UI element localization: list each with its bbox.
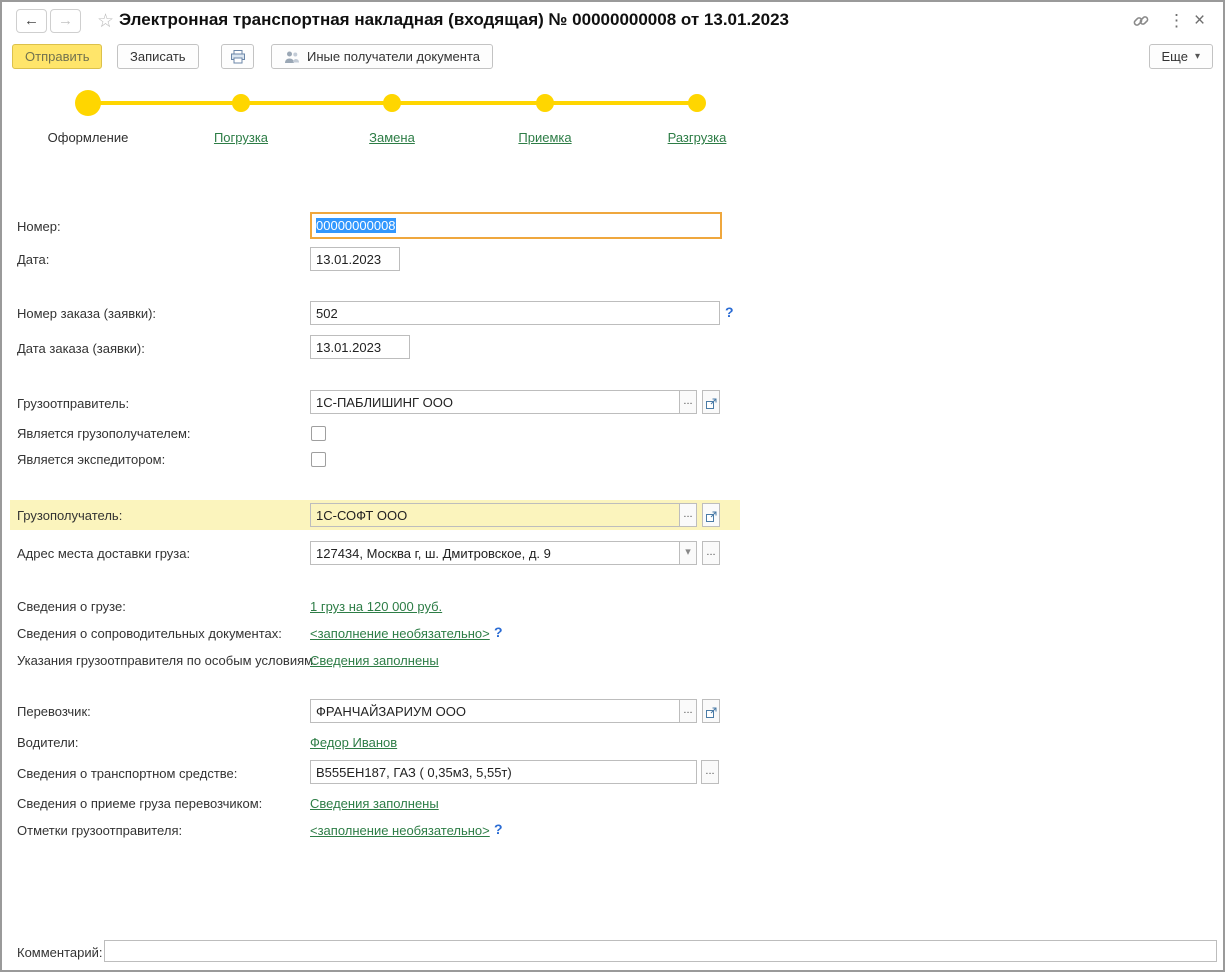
stage-link-unloading[interactable]: Разгрузка [668, 130, 727, 145]
vehicle-choose-button[interactable]: ... [701, 760, 719, 784]
cargo-acceptance-label: Сведения о приеме груза перевозчиком: [17, 796, 262, 811]
cargo-info-link[interactable]: 1 груз на 120 000 руб. [310, 599, 442, 614]
address-choose-button[interactable]: ... [702, 541, 720, 565]
stage-label-acceptance: Приемка [470, 130, 620, 145]
stage-label-replacement: Замена [317, 130, 467, 145]
forward-icon: → [58, 12, 73, 29]
open-form-icon [705, 510, 718, 523]
drivers-link[interactable]: Федор Иванов [310, 735, 397, 750]
save-button-label: Записать [130, 49, 186, 64]
stage-dot[interactable] [232, 94, 250, 112]
date-label: Дата: [17, 252, 49, 267]
ellipsis-icon: ... [706, 546, 715, 558]
stage-link-acceptance[interactable]: Приемка [518, 130, 571, 145]
date-field[interactable] [310, 247, 400, 271]
consignee-label: Грузополучатель: [17, 508, 122, 523]
ellipsis-icon: ... [683, 508, 692, 520]
send-button-label: Отправить [25, 49, 89, 64]
number-field[interactable]: 00000000008 [310, 212, 722, 239]
send-button[interactable]: Отправить [12, 44, 102, 69]
ellipsis-icon: ... [683, 395, 692, 407]
accompanying-docs-help-icon[interactable]: ? [494, 624, 503, 640]
stage-dot[interactable] [536, 94, 554, 112]
vehicle-label: Сведения о транспортном средстве: [17, 766, 237, 781]
address-dropdown-button[interactable]: ▾ [679, 541, 697, 565]
is-consignee-checkbox[interactable] [311, 426, 326, 441]
open-form-icon [705, 397, 718, 410]
get-link-icon[interactable] [1132, 12, 1150, 34]
stage-link-replacement[interactable]: Замена [369, 130, 415, 145]
carrier-field[interactable] [310, 699, 680, 723]
delivery-address-field[interactable] [310, 541, 680, 565]
delivery-address-label: Адрес места доставки груза: [17, 546, 190, 561]
back-button[interactable]: ← [16, 9, 47, 33]
stage-label-registration: Оформление [13, 130, 163, 145]
document-window: ← → ☆ Электронная транспортная накладная… [0, 0, 1225, 972]
favorite-star-icon[interactable]: ☆ [97, 10, 114, 33]
order-date-label: Дата заказа (заявки): [17, 341, 145, 356]
consignee-field[interactable] [310, 503, 680, 527]
shipper-label: Грузоотправитель: [17, 396, 129, 411]
stage-dot[interactable] [688, 94, 706, 112]
carrier-choose-button[interactable]: ... [679, 699, 697, 723]
cargo-acceptance-link[interactable]: Сведения заполнены [310, 796, 439, 811]
chevron-down-icon: ▾ [685, 546, 691, 558]
vehicle-field[interactable] [310, 760, 697, 784]
stage-label-text: Оформление [48, 130, 129, 145]
people-icon [284, 50, 300, 64]
comment-label: Комментарий: [17, 945, 103, 960]
is-consignee-label: Является грузополучателем: [17, 426, 191, 441]
more-button[interactable]: Еще ▾ [1149, 44, 1213, 69]
stage-dot[interactable] [383, 94, 401, 112]
number-field-selected-text: 00000000008 [316, 218, 396, 233]
carrier-open-button[interactable] [702, 699, 720, 723]
save-button[interactable]: Записать [117, 44, 199, 69]
order-number-field[interactable] [310, 301, 720, 325]
menu-dots-icon[interactable]: ⋮ [1168, 11, 1185, 30]
consignee-open-button[interactable] [702, 503, 720, 527]
order-number-label: Номер заказа (заявки): [17, 306, 156, 321]
open-form-icon [705, 706, 718, 719]
more-button-label: Еще [1162, 49, 1188, 64]
chain-icon [1132, 12, 1150, 30]
shipper-field[interactable] [310, 390, 680, 414]
printer-icon [230, 49, 246, 65]
stage-link-loading[interactable]: Погрузка [214, 130, 268, 145]
is-forwarder-label: Является экспедитором: [17, 452, 165, 467]
is-forwarder-checkbox[interactable] [311, 452, 326, 467]
order-number-help-icon[interactable]: ? [725, 304, 734, 320]
stage-dot-current [75, 90, 101, 116]
print-button[interactable] [221, 44, 254, 69]
accompanying-docs-label: Сведения о сопроводительных документах: [17, 626, 282, 641]
forward-button[interactable]: → [50, 9, 81, 33]
order-date-field[interactable] [310, 335, 410, 359]
close-icon[interactable]: × [1194, 11, 1205, 30]
other-recipients-label: Иные получатели документа [307, 49, 480, 64]
titlebar: ← → ☆ Электронная транспортная накладная… [2, 2, 1223, 40]
other-recipients-button[interactable]: Иные получатели документа [271, 44, 493, 69]
shipper-choose-button[interactable]: ... [679, 390, 697, 414]
ellipsis-icon: ... [683, 704, 692, 716]
shipper-marks-link[interactable]: <заполнение необязательно> [310, 823, 490, 838]
stage-label-loading: Погрузка [166, 130, 316, 145]
shipper-open-button[interactable] [702, 390, 720, 414]
page-title: Электронная транспортная накладная (вход… [119, 10, 789, 30]
shipper-instructions-link[interactable]: Сведения заполнены [310, 653, 439, 668]
number-label: Номер: [17, 219, 61, 234]
consignee-choose-button[interactable]: ... [679, 503, 697, 527]
chevron-down-icon: ▾ [1195, 51, 1200, 62]
shipper-marks-label: Отметки грузоотправителя: [17, 823, 182, 838]
ellipsis-icon: ... [705, 765, 714, 777]
shipper-marks-help-icon[interactable]: ? [494, 821, 503, 837]
accompanying-docs-link[interactable]: <заполнение необязательно> [310, 626, 490, 641]
shipper-instructions-label: Указания грузоотправителя по особым усло… [17, 653, 317, 668]
carrier-label: Перевозчик: [17, 704, 91, 719]
back-icon: ← [24, 12, 39, 29]
drivers-label: Водители: [17, 735, 79, 750]
cargo-info-label: Сведения о грузе: [17, 599, 126, 614]
comment-field[interactable] [104, 940, 1217, 962]
stage-label-unloading: Разгрузка [622, 130, 772, 145]
